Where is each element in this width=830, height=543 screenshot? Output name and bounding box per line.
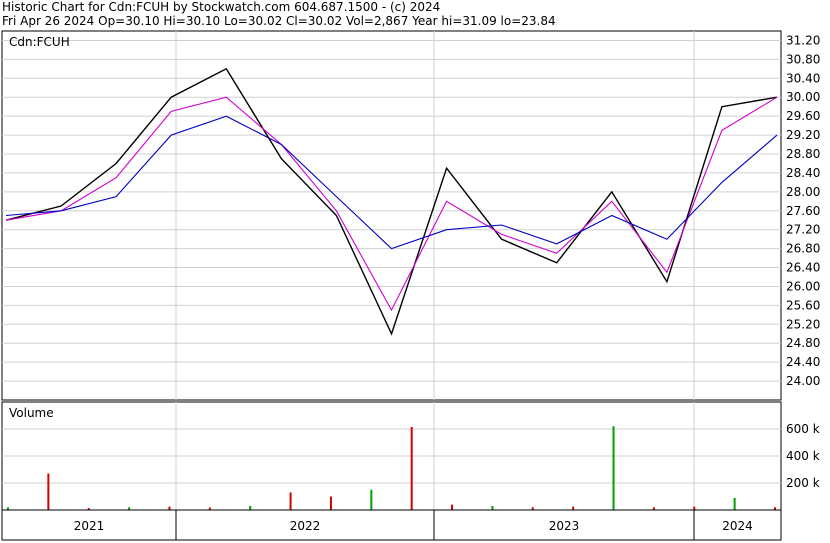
price-tick-label: 24.00	[786, 374, 820, 388]
price-tick-label: 30.80	[786, 52, 820, 66]
price-tick-label: 30.40	[786, 71, 820, 85]
volume-tick-label: 600 k	[786, 422, 820, 436]
price-tick-label: 28.40	[786, 166, 820, 180]
price-tick-label: 29.60	[786, 109, 820, 123]
price-tick-label: 26.80	[786, 242, 820, 256]
price-tick-label: 27.60	[786, 204, 820, 218]
price-tick-label: 25.60	[786, 298, 820, 312]
price-tick-label: 26.40	[786, 261, 820, 275]
price-tick-label: 31.20	[786, 33, 820, 47]
volume-axis: 200 k 400 k 600 k	[786, 422, 820, 490]
price-tick-label: 30.00	[786, 90, 820, 104]
price-tick-label: 28.80	[786, 147, 820, 161]
price-tick-label: 29.20	[786, 128, 820, 142]
stock-chart: 24.00 24.40 24.80 25.20 25.60 26.00 26.40 26.80…	[0, 0, 830, 543]
price-panel-label: Cdn:FCUH	[9, 35, 70, 49]
price-tick-label: 27.20	[786, 223, 820, 237]
price-tick-label: 28.00	[786, 185, 820, 199]
price-panel	[1, 30, 782, 401]
year-label: 2024	[722, 519, 753, 533]
price-tick-label: 24.80	[786, 336, 820, 350]
time-axis	[1, 509, 782, 541]
year-label: 2023	[549, 519, 580, 533]
volume-tick-label: 200 k	[786, 476, 820, 490]
quote-summary: Fri Apr 26 2024 Op=30.10 Hi=30.10 Lo=30.…	[2, 14, 556, 28]
price-tick-label: 24.40	[786, 355, 820, 369]
volume-panel-label: Volume	[9, 406, 54, 420]
year-label: 2021	[74, 519, 105, 533]
price-tick-label: 26.00	[786, 279, 820, 293]
price-tick-label: 25.20	[786, 317, 820, 331]
year-label: 2022	[290, 519, 321, 533]
volume-tick-label: 400 k	[786, 449, 820, 463]
chart-title: Historic Chart for Cdn:FCUH by Stockwatc…	[2, 0, 441, 14]
